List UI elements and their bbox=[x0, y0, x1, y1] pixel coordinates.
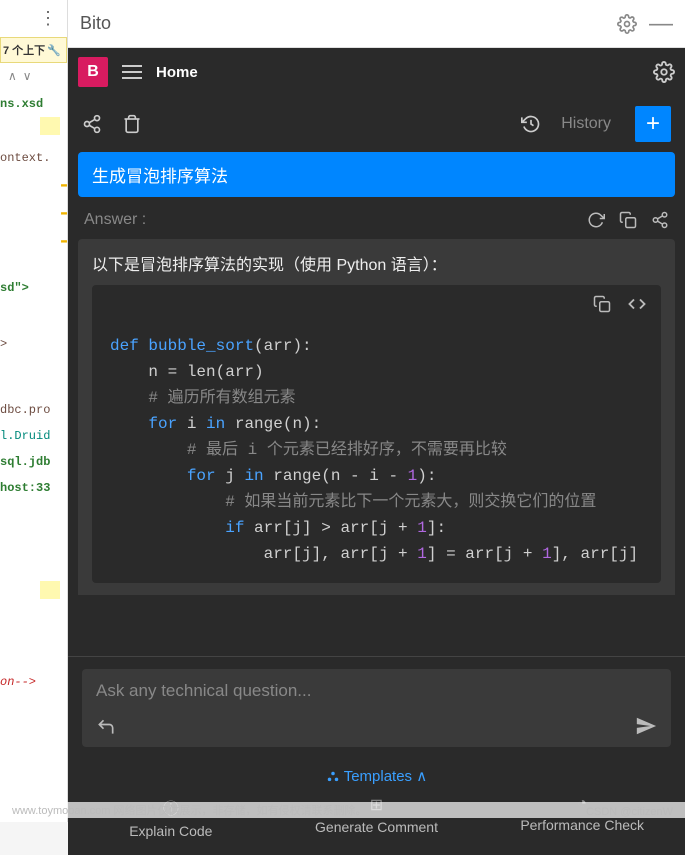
delete-icon[interactable] bbox=[122, 114, 142, 134]
settings-icon[interactable] bbox=[617, 14, 637, 34]
performance-check-button[interactable]: ◔ Performance Check bbox=[479, 791, 685, 851]
header-settings-icon[interactable] bbox=[653, 61, 675, 83]
expand-icon[interactable]: ∨ bbox=[23, 69, 32, 83]
menu-icon[interactable] bbox=[122, 63, 146, 81]
history-label[interactable]: History bbox=[561, 115, 611, 133]
home-label[interactable]: Home bbox=[156, 64, 653, 81]
app-title: Bito bbox=[80, 13, 617, 34]
generate-comment-button[interactable]: ⊞ Generate Comment bbox=[274, 791, 480, 851]
history-icon[interactable] bbox=[521, 114, 541, 134]
chevron-up-icon: ∧ bbox=[416, 768, 427, 785]
answer-header: Answer : bbox=[78, 207, 675, 239]
title-bar: Bito — bbox=[68, 0, 685, 48]
templates-toggle[interactable]: Templates ∧ bbox=[68, 767, 685, 791]
editor-gutter: ⋮ 7 个上下🔧 ∧ ∨ ns.xsd ontext. ▬ ▬ ▬ sd"> > … bbox=[0, 0, 68, 822]
answer-body: 以下是冒泡排序算法的实现（使用 Python 语言）： def bubble_s… bbox=[78, 239, 675, 595]
copy-code-icon[interactable] bbox=[593, 295, 611, 313]
watermark-author: CSDN @citizenW bbox=[586, 806, 673, 818]
input-placeholder: Ask any technical question... bbox=[96, 681, 311, 700]
watermark: www.toymoban.com 网络图片仅供展示，非存储，如有侵权请联系删除。 bbox=[0, 802, 685, 818]
bito-logo: B bbox=[78, 57, 108, 87]
input-area: Ask any technical question... bbox=[68, 656, 685, 759]
refresh-icon[interactable] bbox=[587, 211, 605, 229]
app-header: B Home bbox=[68, 48, 685, 96]
toolbar: History + bbox=[68, 96, 685, 152]
code-fragment: ns.xsd ontext. ▬ ▬ ▬ sd"> > dbc.pro l.Dr… bbox=[0, 89, 67, 697]
send-icon[interactable] bbox=[635, 715, 657, 737]
share-answer-icon[interactable] bbox=[651, 211, 669, 229]
kebab-menu-icon[interactable]: ⋮ bbox=[39, 8, 57, 29]
code-block: def bubble_sort(arr): n = len(arr) # 遍历所… bbox=[92, 285, 661, 583]
undo-icon[interactable] bbox=[96, 716, 116, 737]
copy-icon[interactable] bbox=[619, 211, 637, 229]
explain-code-button[interactable]: ⓘ Explain Code bbox=[68, 791, 274, 851]
minimize-icon[interactable]: — bbox=[649, 10, 673, 38]
insert-code-icon[interactable] bbox=[627, 295, 647, 313]
collapse-icon[interactable]: ∧ bbox=[8, 69, 17, 83]
chat-content: 生成冒泡排序算法 Answer : 以下是冒泡排序算法的实现（使用 Python… bbox=[68, 152, 685, 656]
answer-label: Answer : bbox=[84, 211, 573, 229]
user-question: 生成冒泡排序算法 bbox=[78, 152, 675, 197]
new-chat-button[interactable]: + bbox=[635, 106, 671, 142]
share-icon[interactable] bbox=[82, 114, 102, 134]
code-content: def bubble_sort(arr): n = len(arr) # 遍历所… bbox=[92, 323, 661, 583]
bito-panel: Bito — B Home History + 生成冒泡排序算法 Answer … bbox=[68, 0, 685, 822]
answer-intro: 以下是冒泡排序算法的实现（使用 Python 语言）： bbox=[92, 251, 661, 275]
question-input[interactable]: Ask any technical question... bbox=[82, 669, 671, 747]
hint-banner: 7 个上下🔧 bbox=[0, 37, 67, 63]
